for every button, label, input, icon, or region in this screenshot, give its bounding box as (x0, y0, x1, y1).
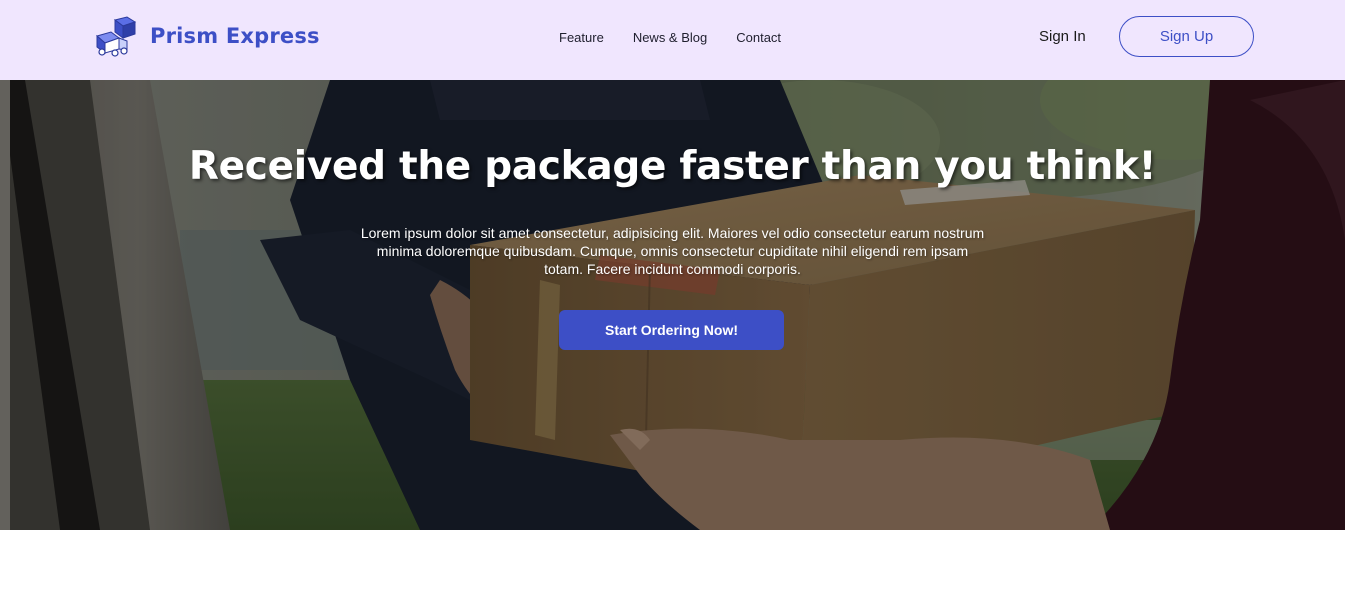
main-nav: Feature News & Blog Contact (559, 30, 781, 45)
start-ordering-button[interactable]: Start Ordering Now! (559, 310, 784, 350)
hero-title: Received the package faster than you thi… (188, 144, 1157, 190)
nav-link-contact[interactable]: Contact (736, 30, 781, 45)
top-navbar: Prism Express Feature News & Blog Contac… (0, 0, 1345, 80)
brand-name[interactable]: Prism Express (150, 24, 320, 48)
hero-description: Lorem ipsum dolor sit amet consectetur, … (360, 225, 985, 277)
hero-section: Received the package faster than you thi… (0, 80, 1345, 530)
nav-link-feature[interactable]: Feature (559, 30, 604, 45)
sign-up-button[interactable]: Sign Up (1119, 16, 1254, 57)
nav-link-news-blog[interactable]: News & Blog (633, 30, 707, 45)
sign-in-link[interactable]: Sign In (1039, 28, 1086, 45)
delivery-truck-box-icon[interactable] (95, 16, 139, 58)
